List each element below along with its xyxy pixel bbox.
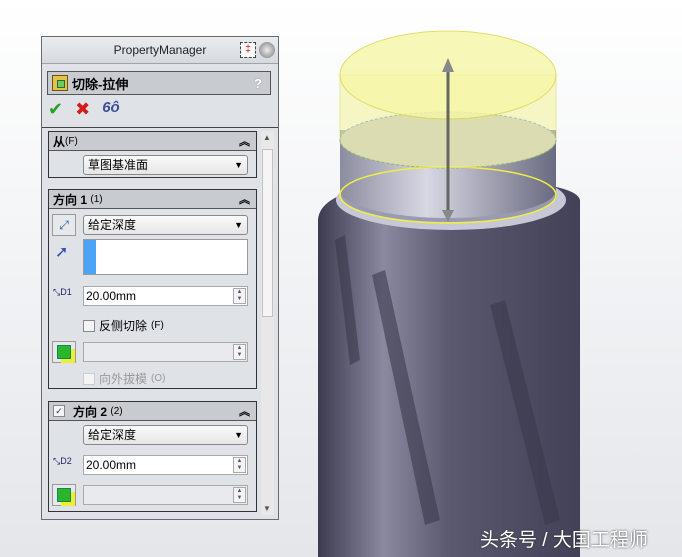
depth-spinner[interactable]: ▲ ▼ bbox=[233, 288, 246, 304]
direction1-hotkey: (1) bbox=[90, 193, 103, 205]
depth2-input[interactable]: 20.00mm ▲ ▼ bbox=[83, 455, 248, 475]
depth-dimension-icon: ⤡D1 bbox=[53, 287, 72, 297]
direction1-group: 方向 1 (1) ︽ ⤢ 给定深度 ➚ ⤡D1 20.00mm ▲▼ 反侧切除(F)… bbox=[48, 189, 257, 389]
depth-input[interactable]: 20.00mm ▲ ▼ bbox=[83, 286, 248, 306]
depth-value: 20.00mm bbox=[86, 289, 137, 303]
end-condition2-select[interactable]: 给定深度 bbox=[83, 425, 248, 445]
direction-vector-list[interactable] bbox=[83, 239, 248, 275]
collapse-icon[interactable]: ︽ bbox=[239, 403, 250, 419]
from-label: 从 bbox=[53, 134, 66, 149]
feature-title-bar: 切除-拉伸 ? bbox=[47, 71, 271, 95]
draft-angle-input[interactable]: ▲ ▼ bbox=[83, 342, 248, 362]
draft2-angle-input[interactable]: ▲ ▼ bbox=[83, 485, 248, 505]
cancel-button[interactable]: ✖ bbox=[75, 99, 90, 120]
from-group: 从 (F) ︽ 草图基准面 bbox=[48, 131, 257, 178]
scroll-up-icon[interactable]: ▲ bbox=[263, 133, 271, 142]
direction-vector-icon: ➚ bbox=[55, 244, 69, 261]
end-condition-select[interactable]: 给定深度 bbox=[83, 215, 248, 235]
ok-button[interactable]: ✔ bbox=[48, 99, 63, 120]
collapse-icon[interactable]: ︽ bbox=[239, 191, 250, 207]
pin-icon[interactable] bbox=[259, 42, 275, 58]
draft-spinner[interactable]: ▲ ▼ bbox=[233, 344, 246, 360]
reverse-direction-icon[interactable]: ⤢ bbox=[52, 214, 76, 236]
from-select[interactable]: 草图基准面 bbox=[83, 155, 248, 175]
auto-show-icon[interactable]: ‡ bbox=[240, 42, 256, 58]
cut-extrude-icon bbox=[52, 75, 68, 91]
help-button[interactable]: ? bbox=[254, 76, 262, 91]
draft2-spinner[interactable]: ▲ ▼ bbox=[233, 487, 246, 503]
scrollbar[interactable]: ▲ ▼ bbox=[261, 131, 274, 515]
property-manager-title: PropertyManager bbox=[113, 43, 207, 57]
scroll-down-icon[interactable]: ▼ bbox=[263, 504, 271, 513]
property-manager-header: PropertyManager ‡ bbox=[42, 37, 278, 64]
feature-name: 切除-拉伸 bbox=[72, 76, 129, 92]
direction2-label: 方向 2 bbox=[73, 404, 108, 419]
depth2-spinner[interactable]: ▲ ▼ bbox=[233, 457, 246, 473]
scroll-thumb[interactable] bbox=[262, 149, 273, 317]
direction2-group: ✓ 方向 2 (2) ︽ 给定深度 ⤡D2 20.00mm ▲▼ ▲▼ bbox=[48, 401, 257, 512]
direction2-checkbox[interactable]: ✓ bbox=[53, 405, 65, 417]
from-hotkey: (F) bbox=[65, 135, 78, 147]
watermark: 头条号 / 大国工程师 bbox=[480, 530, 648, 551]
direction2-hotkey: (2) bbox=[110, 405, 123, 417]
property-manager-panel: PropertyManager ‡ 切除-拉伸 ? ✔ ✖ 6ô ▲ ▼ 从 (F… bbox=[41, 36, 279, 520]
divider bbox=[42, 127, 278, 128]
direction1-label: 方向 1 bbox=[53, 192, 88, 207]
flip-side-checkbox[interactable]: 反侧切除 (F) bbox=[83, 317, 164, 334]
depth2-value: 20.00mm bbox=[86, 458, 137, 472]
collapse-icon[interactable]: ︽ bbox=[239, 133, 250, 149]
draft2-icon[interactable] bbox=[52, 484, 76, 506]
depth2-dimension-icon: ⤡D2 bbox=[53, 456, 72, 466]
detailed-preview-button[interactable]: 6ô bbox=[102, 99, 120, 120]
draft-outward-checkbox[interactable]: 向外拔模 (O) bbox=[83, 370, 165, 387]
draft-icon[interactable] bbox=[52, 341, 76, 363]
